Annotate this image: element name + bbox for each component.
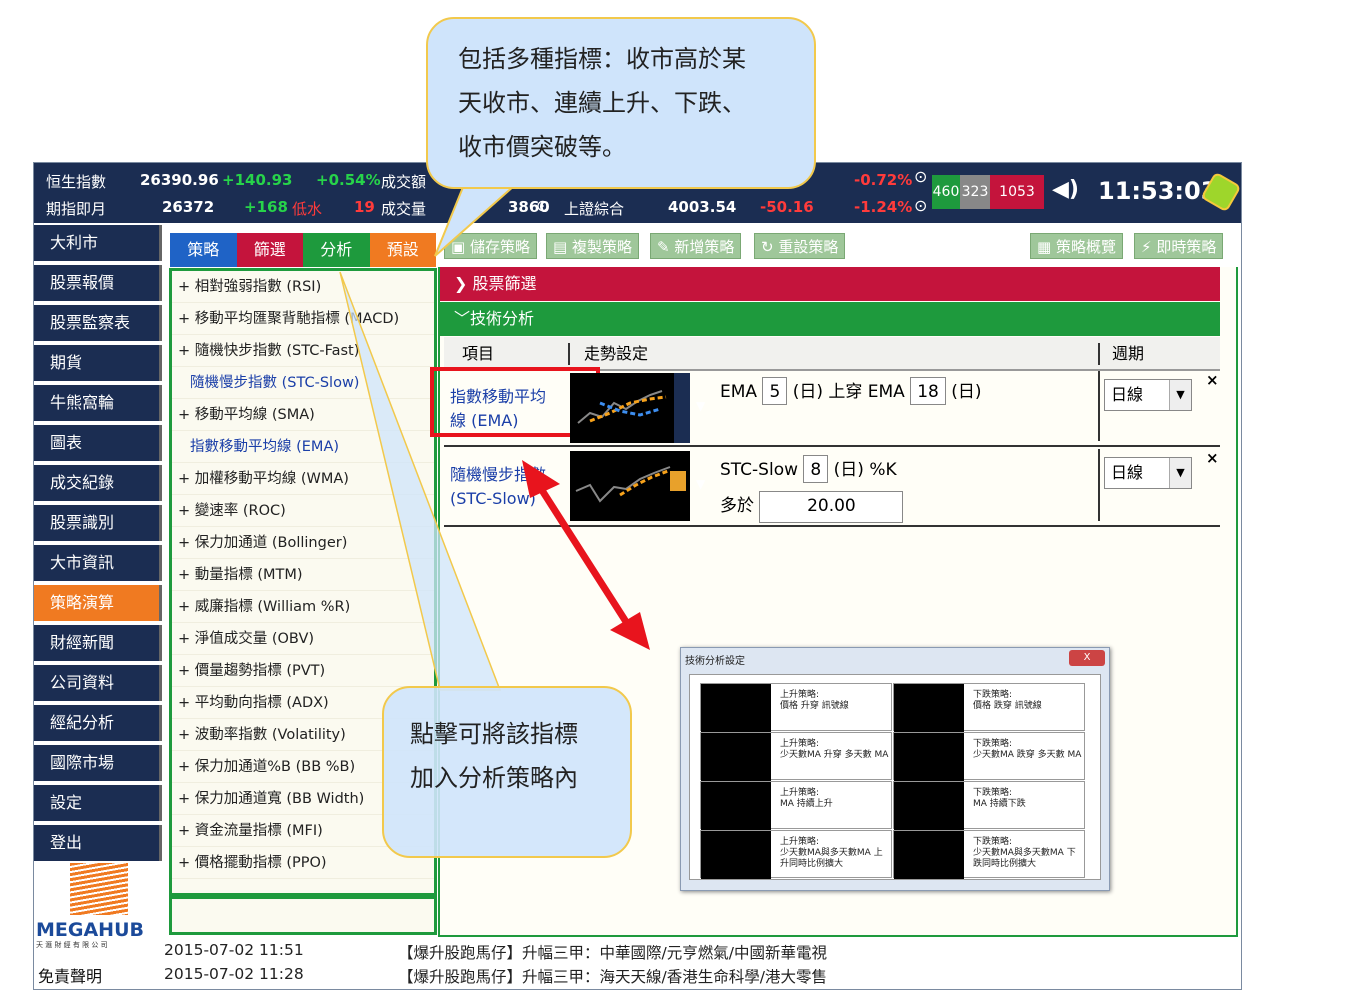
strategy-option[interactable]: 上升策略: 少天數MA 升穿 多天數 MA [700, 732, 892, 781]
strategy-option[interactable]: 上升策略: 少天數MA與多天數MA 上升同時比例擴大 [700, 830, 892, 879]
strategy-option[interactable]: 上升策略: 價格 升穿 訊號線 [700, 683, 892, 732]
callout-middle: 點擊可將該指標 加入分析策略內 [382, 686, 632, 858]
callout-top: 包括多種指標：收市高於某 天收市、連續上升、下跌、 收市價突破等。 [426, 17, 816, 189]
strategy-option[interactable]: 下跌策略: MA 持續下跌 [893, 781, 1085, 830]
dialog-grid: 上升策略: 價格 升穿 訊號線 下跌策略: 價格 跌穿 訊號線 上升策略: 少天數MA… [689, 674, 1101, 880]
dialog-close-button[interactable]: X [1069, 650, 1105, 666]
strategy-option[interactable]: 下跌策略: 少天數MA與多天數MA 下跌同時比例擴大 [893, 830, 1085, 879]
strategy-thumbnail [894, 831, 964, 879]
strategy-option[interactable]: 上升策略: MA 持續上升 [700, 781, 892, 830]
strategy-thumbnail [701, 831, 771, 879]
strategy-thumbnail [701, 782, 771, 830]
technical-settings-dialog: 技術分析設定 X 上升策略: 價格 升穿 訊號線 下跌策略: 價格 跌穿 訊號線 上… [680, 647, 1110, 891]
strategy-option[interactable]: 下跌策略: 價格 跌穿 訊號線 [893, 683, 1085, 732]
strategy-option[interactable]: 下跌策略: 少天數MA 跌穿 多天數 MA [893, 732, 1085, 781]
strategy-thumbnail [894, 733, 964, 781]
strategy-thumbnail [894, 684, 964, 732]
strategy-thumbnail [701, 733, 771, 781]
strategy-thumbnail [894, 782, 964, 830]
dialog-title: 技術分析設定 [685, 656, 745, 667]
strategy-thumbnail [701, 684, 771, 732]
